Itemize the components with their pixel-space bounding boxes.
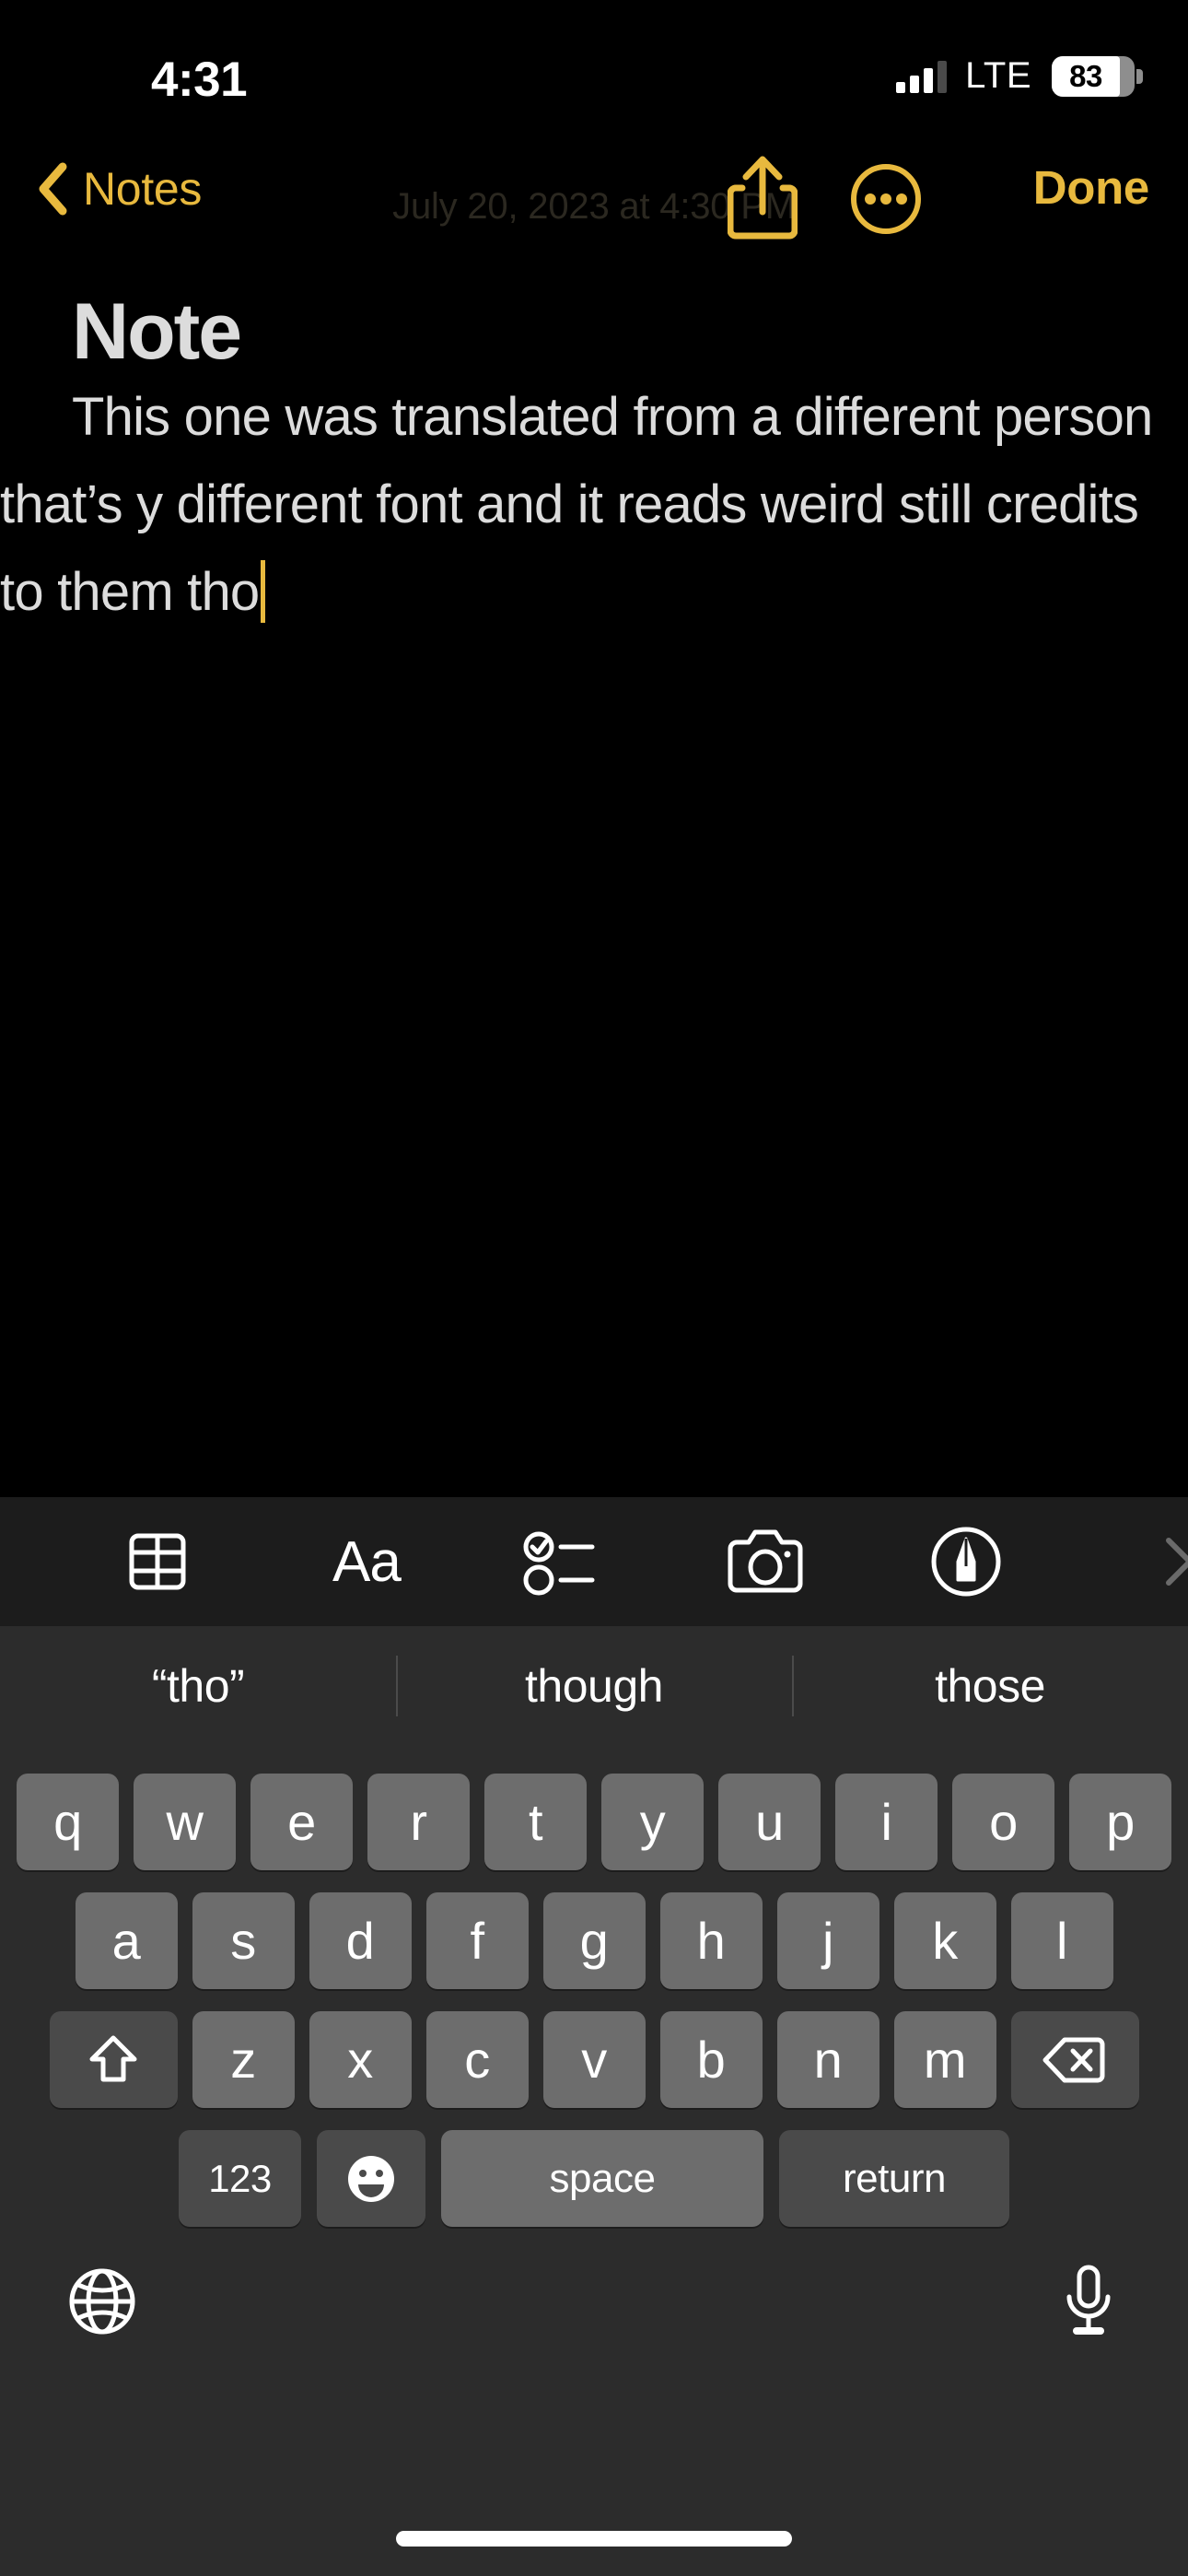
key-y[interactable]: y <box>601 1774 704 1870</box>
key-p[interactable]: p <box>1069 1774 1171 1870</box>
navigation-bar: July 20, 2023 at 4:30 PM Notes Done <box>0 147 1188 249</box>
shift-arrow-icon <box>89 2035 137 2081</box>
camera-button[interactable] <box>723 1527 808 1597</box>
key-d[interactable]: d <box>309 1892 412 1989</box>
key-a[interactable]: a <box>75 1892 178 1989</box>
key-z[interactable]: z <box>192 2011 295 2108</box>
key-x[interactable]: x <box>309 2011 412 2108</box>
key-c[interactable]: c <box>425 2011 529 2108</box>
prediction-candidate-1[interactable]: “tho” <box>0 1659 396 1713</box>
key-b[interactable]: b <box>659 2011 763 2108</box>
insert-table-button[interactable] <box>122 1527 192 1597</box>
checklist-icon <box>523 1531 595 1596</box>
microphone-icon <box>1066 2265 1111 2335</box>
globe-key[interactable] <box>66 2266 138 2342</box>
close-toolbar-button[interactable] <box>1161 1533 1188 1590</box>
key-e[interactable]: e <box>250 1774 353 1870</box>
onscreen-keyboard: “tho” though those q w e r t y u i o p a… <box>0 1626 1188 2576</box>
key-u[interactable]: u <box>718 1774 821 1870</box>
key-m[interactable]: m <box>893 2011 996 2108</box>
home-indicator <box>396 2531 792 2547</box>
emoji-smiley-icon <box>348 2155 394 2202</box>
back-to-notes-button[interactable]: Notes <box>37 162 202 216</box>
emoji-key[interactable] <box>317 2130 425 2227</box>
ellipsis-circle-icon <box>851 164 921 234</box>
backspace-key[interactable] <box>1010 2011 1139 2108</box>
key-s[interactable]: s <box>192 1892 295 1989</box>
key-w[interactable]: w <box>134 1774 236 1870</box>
return-key[interactable]: return <box>779 2130 1009 2227</box>
markup-button[interactable] <box>929 1525 1003 1598</box>
more-options-button[interactable] <box>849 162 923 240</box>
note-body-text: This one was translated from a different… <box>0 387 1167 623</box>
text-cursor <box>261 560 266 624</box>
done-button[interactable]: Done <box>1033 160 1150 215</box>
cellular-signal-icon <box>896 60 948 93</box>
keyboard-row-2: a s d f g h j k l <box>0 1892 1188 1989</box>
share-button[interactable] <box>727 155 798 244</box>
key-h[interactable]: h <box>659 1892 763 1989</box>
status-bar-indicators: LTE 83 <box>896 55 1143 97</box>
iphone-screen: 4:31 LTE 83 July 20, 2023 at 4:30 PM Not… <box>0 0 1188 2576</box>
battery-icon: 83 <box>1052 55 1143 97</box>
table-icon <box>129 1533 186 1590</box>
key-t[interactable]: t <box>484 1774 587 1870</box>
keyboard-row-3: z x c v b n m <box>0 2011 1188 2108</box>
predictive-text-bar: “tho” though those <box>0 1626 1188 1746</box>
prediction-divider <box>396 1656 398 1716</box>
prediction-candidate-2[interactable]: though <box>396 1659 792 1713</box>
key-l[interactable]: l <box>1010 1892 1113 1989</box>
shift-key[interactable] <box>49 2011 178 2108</box>
key-q[interactable]: q <box>17 1774 119 1870</box>
key-i[interactable]: i <box>835 1774 938 1870</box>
backspace-icon <box>1042 2037 1105 2082</box>
battery-percent-label: 83 <box>1069 58 1102 93</box>
key-j[interactable]: j <box>776 1892 879 1989</box>
keyboard-row-1: q w e r t y u i o p <box>0 1774 1188 1870</box>
text-format-button[interactable]: Aa <box>332 1529 402 1595</box>
dictation-key[interactable] <box>1061 2264 1116 2344</box>
numbers-key[interactable]: 123 <box>179 2130 301 2227</box>
prediction-candidate-3[interactable]: those <box>792 1659 1188 1713</box>
checklist-button[interactable] <box>520 1527 603 1597</box>
network-type-label: LTE <box>965 55 1031 96</box>
key-n[interactable]: n <box>776 2011 879 2108</box>
note-format-toolbar: Aa <box>0 1497 1188 1626</box>
key-o[interactable]: o <box>952 1774 1054 1870</box>
note-body-container[interactable]: This one was translated from a different… <box>0 373 1188 636</box>
markup-pen-icon <box>931 1527 1001 1597</box>
key-v[interactable]: v <box>542 2011 646 2108</box>
note-title: Note <box>72 287 242 376</box>
note-editor[interactable]: Note This one was translated from a diff… <box>0 276 1188 1497</box>
globe-icon <box>69 2268 135 2335</box>
key-k[interactable]: k <box>893 1892 996 1989</box>
status-bar-time: 4:31 <box>151 53 248 107</box>
keyboard-row-4: 123 space return <box>0 2130 1188 2227</box>
close-icon <box>1165 1538 1188 1586</box>
chevron-left-icon <box>39 162 67 216</box>
key-r[interactable]: r <box>367 1774 470 1870</box>
share-icon <box>727 156 798 240</box>
prediction-divider <box>792 1656 794 1716</box>
keyboard-bottom-bar <box>0 2254 1188 2393</box>
key-g[interactable]: g <box>542 1892 646 1989</box>
camera-icon <box>728 1529 803 1593</box>
key-f[interactable]: f <box>425 1892 529 1989</box>
space-key[interactable]: space <box>441 2130 763 2227</box>
status-bar: 4:31 LTE 83 <box>0 0 1188 138</box>
back-button-label: Notes <box>83 163 203 215</box>
